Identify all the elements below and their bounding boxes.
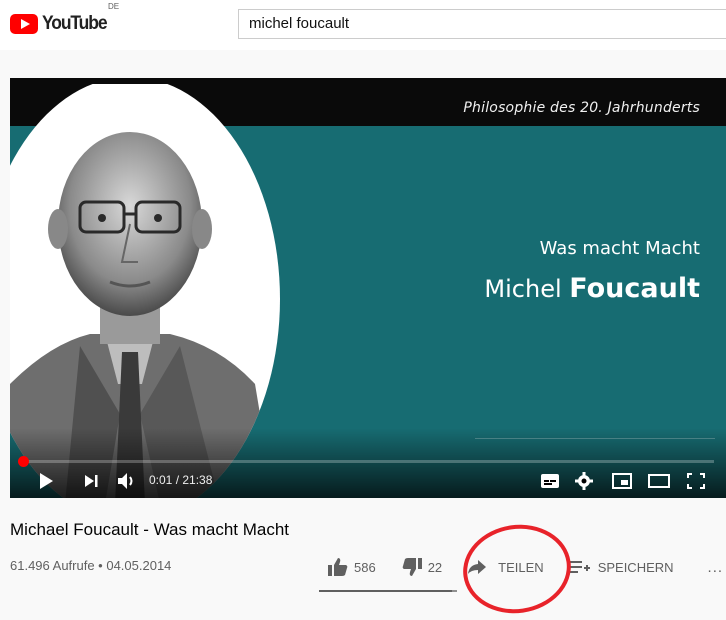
save-button[interactable]: SPEICHERN (569, 559, 674, 575)
dislike-button[interactable]: 22 (402, 558, 442, 576)
video-headline-line2: Michel Foucault (484, 273, 700, 304)
video-views-date: 61.496 Aufrufe • 04.05.2014 (10, 558, 172, 573)
search-input[interactable]: michel foucault (238, 9, 726, 39)
play-icon (40, 473, 53, 489)
theater-icon (648, 474, 670, 488)
like-button[interactable]: 586 (328, 558, 376, 576)
save-label: SPEICHERN (597, 559, 674, 575)
dislike-count: 22 (427, 559, 443, 575)
settings-button[interactable] (572, 468, 596, 494)
settings-icon (575, 472, 593, 490)
fullscreen-icon (687, 473, 705, 489)
progress-scrubber[interactable] (17, 456, 29, 467)
volume-icon (118, 473, 133, 489)
miniplayer-button[interactable] (610, 468, 634, 494)
headline-last-name: Foucault (569, 273, 700, 304)
next-button[interactable] (78, 468, 104, 494)
video-player[interactable]: Philosophie des 20. Jahrhunderts Was mac… (10, 78, 726, 498)
miniplayer-icon (612, 473, 632, 489)
highlight-circle-annotation (457, 517, 577, 620)
progress-bar[interactable] (17, 456, 714, 467)
more-icon: ... (707, 558, 724, 576)
dislike-icon (402, 558, 422, 576)
youtube-logo-text: YouTube (42, 13, 108, 34)
masthead: YouTube DE michel foucault (0, 0, 726, 50)
headline-first-name: Michel (484, 275, 562, 303)
save-playlist-icon (569, 561, 590, 573)
youtube-logo-icon (10, 14, 38, 34)
subtitles-button[interactable] (538, 468, 562, 494)
next-icon (85, 475, 98, 487)
like-icon (328, 558, 348, 576)
video-headline-line1: Was macht Macht (539, 238, 700, 259)
more-actions-button[interactable]: ... (702, 559, 724, 576)
play-button[interactable] (32, 468, 60, 494)
country-code: DE (108, 2, 120, 11)
like-ratio-bar (319, 590, 457, 592)
volume-button[interactable] (114, 468, 140, 494)
youtube-logo[interactable]: YouTube (10, 9, 112, 39)
video-series-title: Philosophie des 20. Jahrhunderts (463, 100, 700, 116)
time-display: 0:01 / 21:38 (149, 473, 213, 487)
video-title: Michael Foucault - Was macht Macht (10, 520, 290, 539)
fullscreen-button[interactable] (684, 468, 708, 494)
subtitles-icon (541, 474, 559, 488)
like-ratio-fill (319, 590, 452, 592)
player-controls: 0:01 / 21:38 (10, 468, 726, 494)
theater-mode-button[interactable] (646, 468, 672, 494)
like-count: 586 (354, 559, 376, 575)
